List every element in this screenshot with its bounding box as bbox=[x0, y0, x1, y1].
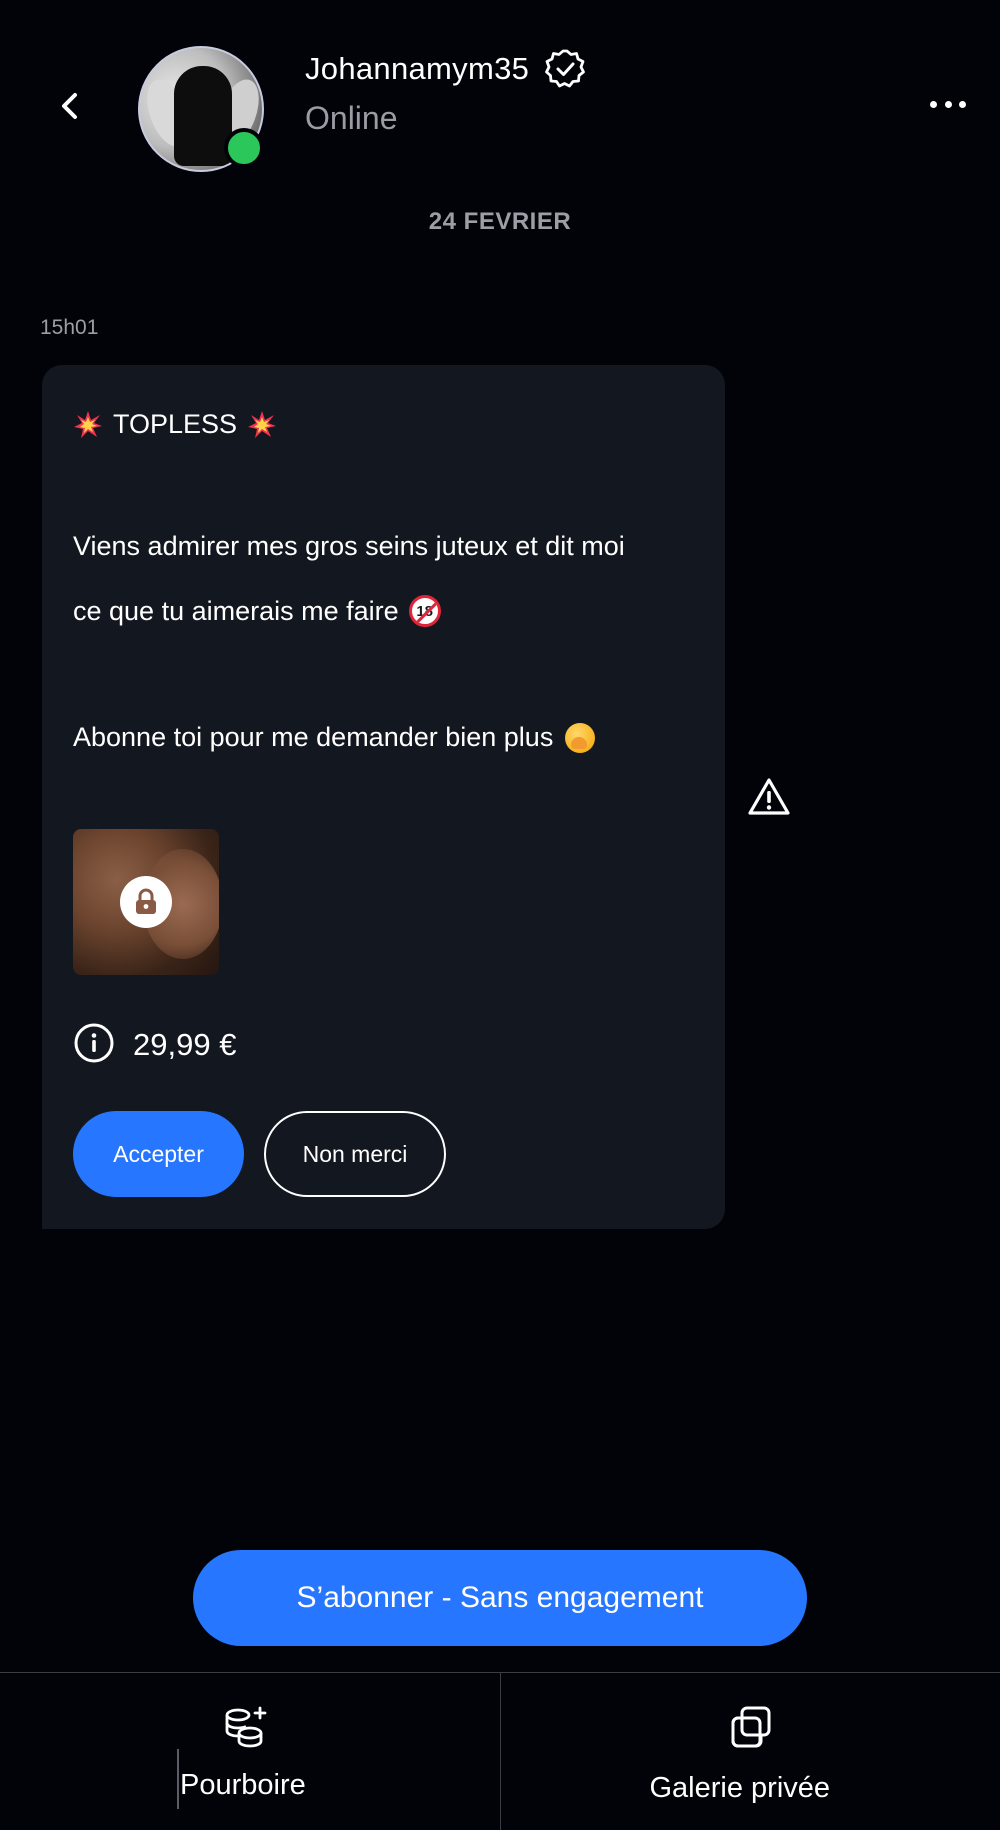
tab-private-gallery-label: Galerie privée bbox=[649, 1772, 831, 1804]
chevron-left-icon bbox=[62, 93, 77, 119]
date-separator: 24 FEVRIER bbox=[428, 208, 572, 235]
more-options-button[interactable] bbox=[930, 90, 966, 118]
copy-gallery-icon bbox=[727, 1703, 775, 1751]
tab-private-gallery[interactable]: Galerie privée bbox=[499, 1673, 1000, 1830]
lock-icon bbox=[120, 876, 172, 928]
subscribe-button[interactable]: S’abonner - Sans engagement bbox=[193, 1550, 807, 1646]
online-indicator bbox=[224, 128, 264, 168]
collision-emoji bbox=[247, 410, 277, 440]
message-title-line: TOPLESS bbox=[73, 409, 277, 440]
username: Johannamym35 bbox=[305, 51, 530, 86]
verified-badge-icon bbox=[543, 47, 587, 91]
no-under-18-emoji: 18 bbox=[408, 595, 441, 627]
decline-button[interactable]: Non merci bbox=[264, 1111, 446, 1197]
more-horizontal-icon bbox=[930, 100, 937, 108]
back-button[interactable] bbox=[48, 84, 92, 128]
message-text-line: Abonne toi pour me demander bien plus bbox=[73, 722, 596, 753]
collision-emoji bbox=[73, 410, 103, 440]
price-row: 29,99 € bbox=[73, 1023, 236, 1067]
message-timestamp: 15h01 bbox=[40, 316, 99, 339]
report-button[interactable] bbox=[746, 774, 792, 820]
chat-header: Johannamym35 Online bbox=[0, 0, 1000, 190]
coins-plus-icon bbox=[221, 1703, 269, 1751]
online-status: Online bbox=[305, 100, 398, 136]
locked-media-thumbnail[interactable] bbox=[73, 829, 219, 975]
message-text: ce que tu aimerais me faire bbox=[73, 595, 399, 626]
tab-tip-label: Pourboire bbox=[180, 1769, 306, 1801]
avatar[interactable] bbox=[138, 46, 264, 172]
message-text-line: ce que tu aimerais me faire 18 bbox=[73, 595, 441, 627]
message-text-line: Viens admirer mes gros seins juteux et d… bbox=[73, 531, 625, 561]
hand-over-mouth-emoji bbox=[565, 722, 596, 753]
message-text: Abonne toi pour me demander bien plus bbox=[73, 722, 554, 752]
accept-button[interactable]: Accepter bbox=[73, 1111, 244, 1197]
warning-icon bbox=[748, 778, 790, 815]
bottom-action-bar: Pourboire Galerie privée bbox=[0, 1672, 1000, 1830]
message-bubble: TOPLESS Viens admirer mes gros seins jut… bbox=[42, 365, 725, 1229]
message-title: TOPLESS bbox=[113, 409, 238, 439]
info-icon[interactable] bbox=[73, 1022, 115, 1069]
username-row[interactable]: Johannamym35 bbox=[305, 44, 587, 94]
tab-tip[interactable]: Pourboire bbox=[0, 1673, 500, 1830]
price: 29,99 € bbox=[133, 1027, 237, 1062]
